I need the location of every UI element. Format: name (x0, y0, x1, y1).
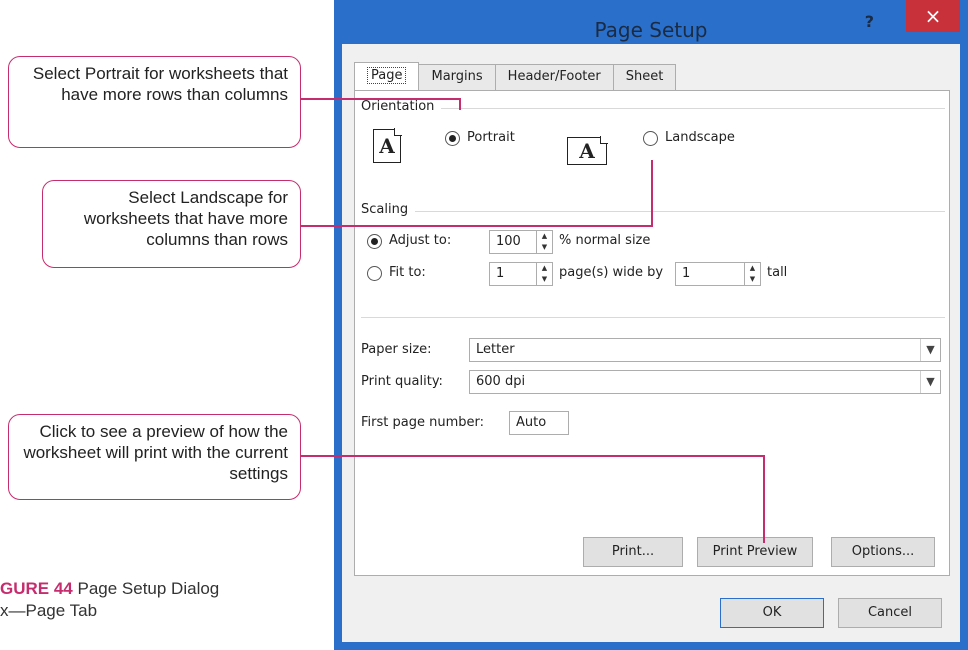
landscape-connector (301, 225, 653, 227)
paper-size-value: Letter (476, 342, 515, 357)
figure-caption: GURE 44 Page Setup Dialog x—Page Tab (0, 578, 330, 622)
print-quality-label: Print quality: (361, 374, 443, 389)
portrait-connector (301, 98, 461, 100)
fit-tall-value: 1 (682, 266, 691, 281)
landscape-radio[interactable] (643, 131, 658, 146)
chevron-down-icon[interactable]: ▼ (920, 371, 940, 393)
callout-portrait-text: Select Portrait for worksheets that have… (32, 64, 288, 104)
chevron-down-icon[interactable]: ▼ (920, 339, 940, 361)
options-button[interactable]: Options... (831, 537, 935, 567)
fit-to-radio[interactable] (367, 266, 382, 281)
fit-tall-suffix: tall (767, 265, 788, 280)
close-icon: × (924, 4, 942, 28)
fit-to-label[interactable]: Fit to: (389, 265, 426, 280)
adjust-to-value: 100 (496, 234, 521, 249)
callout-portrait: Select Portrait for worksheets that have… (8, 56, 301, 148)
figure-caption-text: Page Setup Dialog (77, 579, 220, 598)
paper-size-select[interactable]: Letter ▼ (469, 338, 941, 362)
adjust-to-suffix: % normal size (559, 233, 651, 248)
portrait-radio[interactable] (445, 131, 460, 146)
section-divider (361, 317, 945, 318)
tab-header-footer[interactable]: Header/Footer (494, 64, 614, 90)
preview-connector-drop (763, 455, 765, 543)
tab-sheet[interactable]: Sheet (612, 64, 677, 90)
fit-wide-suffix: page(s) wide by (559, 265, 664, 280)
landscape-page-icon-letter: A (579, 139, 595, 163)
portrait-page-icon: A (373, 128, 402, 163)
adjust-to-radio[interactable] (367, 234, 382, 249)
help-button[interactable]: ? (865, 12, 874, 31)
fit-wide-value: 1 (496, 266, 505, 281)
first-page-number-label: First page number: (361, 415, 484, 430)
figure-caption-text-2: x—Page Tab (0, 601, 98, 620)
print-quality-value: 600 dpi (476, 374, 526, 389)
preview-connector (301, 455, 765, 457)
orientation-divider (441, 108, 945, 109)
spinner-arrows-icon[interactable]: ▲ ▼ (536, 231, 552, 253)
orientation-group-label: Orientation (361, 99, 435, 114)
landscape-label[interactable]: Landscape (665, 130, 735, 145)
landscape-page-icon: A (567, 136, 608, 165)
scaling-group-label: Scaling (361, 202, 409, 217)
tab-page[interactable]: Page (354, 62, 420, 90)
tab-bar: Page Margins Header/Footer Sheet (354, 62, 677, 90)
spinner-arrows-icon[interactable]: ▲ ▼ (536, 263, 552, 285)
callout-preview-text: Click to see a preview of how the worksh… (23, 422, 288, 483)
callout-landscape: Select Landscape for worksheets that hav… (42, 180, 301, 268)
print-preview-button[interactable]: Print Preview (697, 537, 813, 567)
portrait-label[interactable]: Portrait (467, 130, 515, 145)
print-button[interactable]: Print... (583, 537, 683, 567)
close-button[interactable]: × (906, 0, 960, 32)
ok-button[interactable]: OK (720, 598, 824, 628)
cancel-button[interactable]: Cancel (838, 598, 942, 628)
adjust-to-spinner[interactable]: 100 ▲ ▼ (489, 230, 553, 254)
adjust-to-label[interactable]: Adjust to: (389, 233, 451, 248)
figure-label: GURE 44 (0, 579, 73, 598)
fit-wide-spinner[interactable]: 1 ▲ ▼ (489, 262, 553, 286)
dialog-client: Page Margins Header/Footer Sheet Orienta… (342, 44, 960, 642)
tab-margins[interactable]: Margins (418, 64, 496, 90)
spinner-arrows-icon[interactable]: ▲ ▼ (744, 263, 760, 285)
print-quality-select[interactable]: 600 dpi ▼ (469, 370, 941, 394)
portrait-page-icon-letter: A (379, 134, 395, 158)
fit-tall-spinner[interactable]: 1 ▲ ▼ (675, 262, 761, 286)
tab-page-label: Page (367, 67, 407, 84)
callout-preview: Click to see a preview of how the worksh… (8, 414, 301, 500)
portrait-connector-drop (459, 98, 461, 110)
paper-size-label: Paper size: (361, 342, 432, 357)
first-page-number-input[interactable]: Auto (509, 411, 569, 435)
first-page-number-value: Auto (516, 415, 547, 430)
scaling-divider (415, 211, 945, 212)
landscape-connector-rise (651, 160, 653, 227)
callout-landscape-text: Select Landscape for worksheets that hav… (83, 188, 288, 249)
